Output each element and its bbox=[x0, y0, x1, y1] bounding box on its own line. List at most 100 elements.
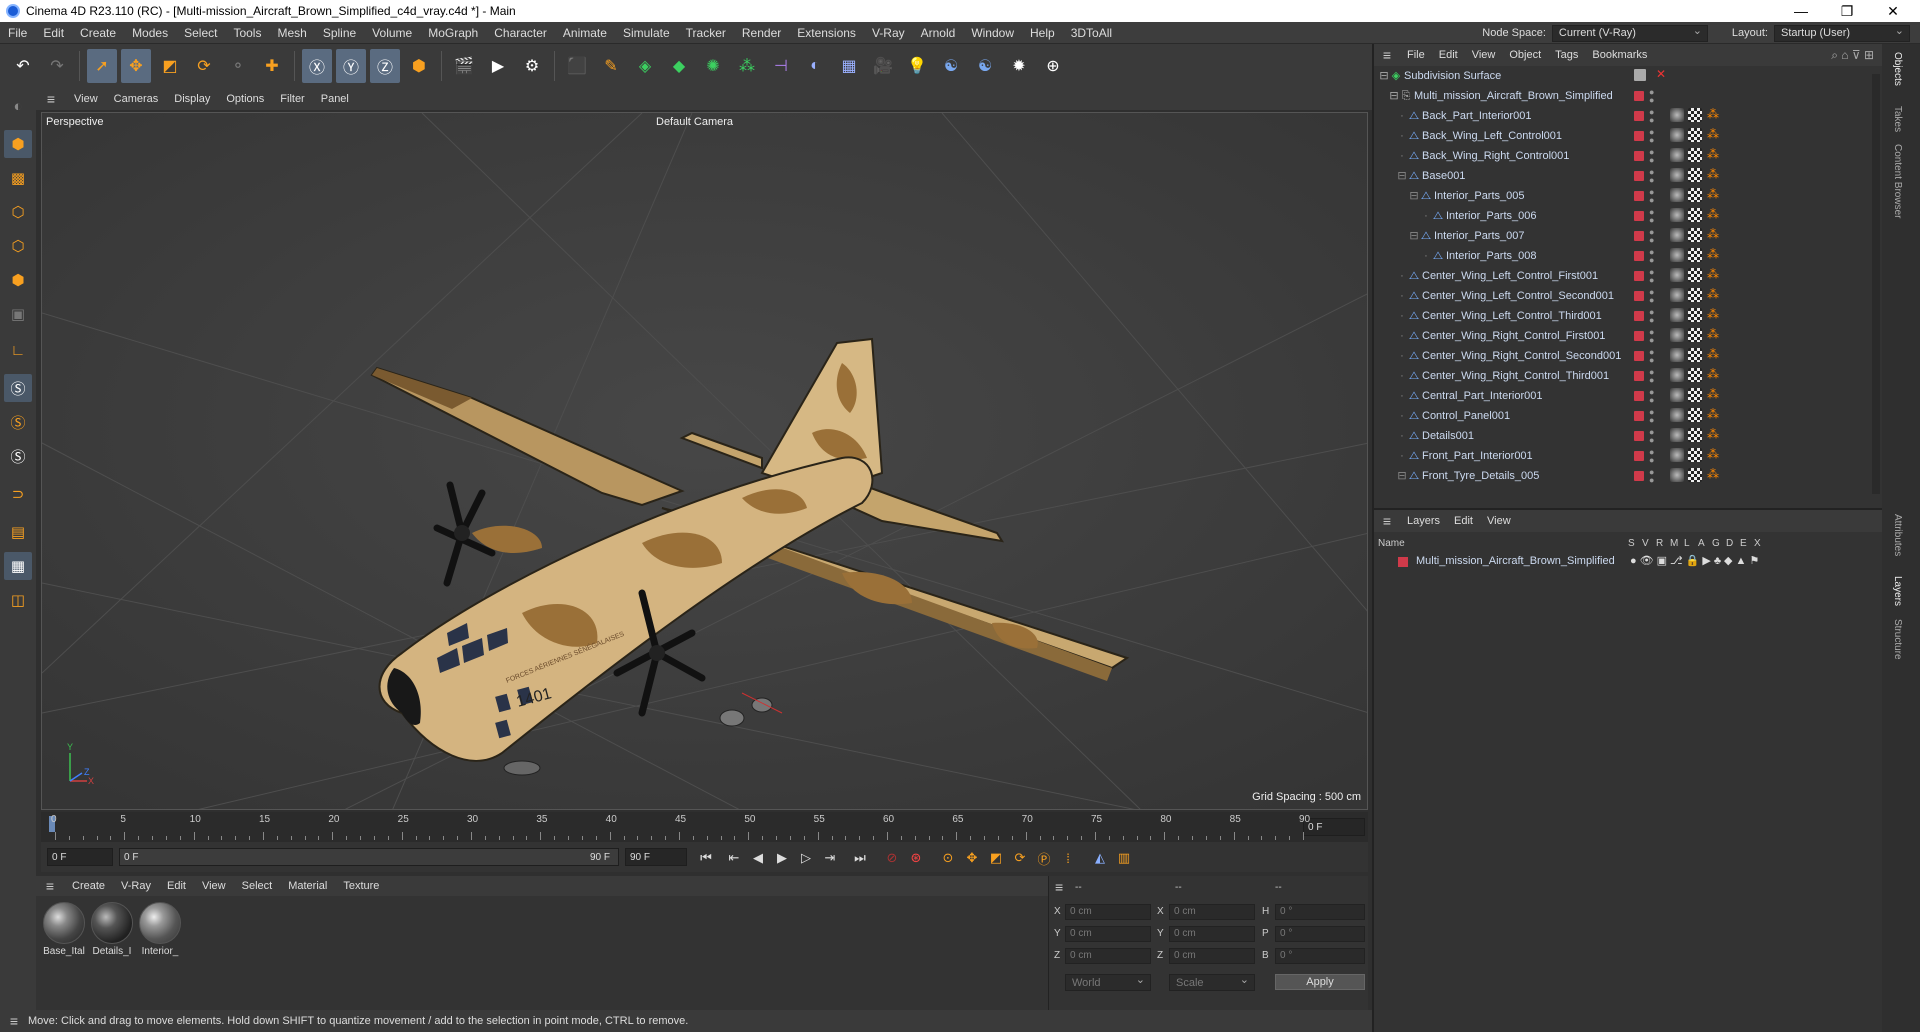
end-frame-field[interactable]: 0 F bbox=[1303, 818, 1365, 836]
phong-tag-icon[interactable]: ⁂ bbox=[1707, 428, 1721, 442]
visibility-dots[interactable]: ● ● bbox=[1649, 388, 1654, 405]
phong-tag-icon[interactable]: ⁂ bbox=[1707, 228, 1721, 242]
phong-tag-icon[interactable]: ⁂ bbox=[1707, 148, 1721, 162]
size-z-field[interactable]: 0 cm bbox=[1169, 948, 1255, 964]
object-row[interactable]: · ⧍ Back_Wing_Left_Control001 ● ● ⁂ bbox=[1374, 126, 1874, 146]
object-menu-view[interactable]: View bbox=[1465, 49, 1503, 61]
viewport-menu-panel[interactable]: Panel bbox=[313, 93, 357, 105]
magnet-icon[interactable]: ⊃ bbox=[4, 480, 32, 508]
material-tag-icon[interactable] bbox=[1670, 428, 1684, 442]
object-menu-bookmarks[interactable]: Bookmarks bbox=[1585, 49, 1654, 61]
checker-texture-tag-icon[interactable] bbox=[1688, 228, 1702, 242]
layer-color-swatch[interactable] bbox=[1634, 291, 1644, 301]
checker-texture-tag-icon[interactable] bbox=[1688, 388, 1702, 402]
visibility-dots[interactable]: ● ● bbox=[1649, 448, 1654, 465]
object-row[interactable]: ⊟ ⧍ Front_Tyre_Details_005 ● ● ⁂ bbox=[1374, 466, 1874, 486]
phong-tag-icon[interactable]: ⁂ bbox=[1707, 108, 1721, 122]
material-tag-icon[interactable] bbox=[1670, 208, 1684, 222]
autokey-icon[interactable]: ⊛ bbox=[905, 848, 927, 868]
layer-col-a[interactable]: A bbox=[1698, 538, 1705, 549]
go-to-start-icon[interactable]: ⏮ bbox=[695, 848, 717, 868]
layer-color-swatch[interactable] bbox=[1634, 351, 1644, 361]
rot-h-field[interactable]: 0 ° bbox=[1275, 904, 1365, 920]
visibility-dots[interactable]: ● ● bbox=[1649, 268, 1654, 285]
phong-tag-icon[interactable]: ⁂ bbox=[1707, 368, 1721, 382]
layer-color-swatch[interactable] bbox=[1634, 91, 1644, 101]
perspective-viewport[interactable]: 1401 FORCES AÉRIENNES SÉNÉGALAISES Y X Z… bbox=[41, 112, 1368, 810]
menu-select[interactable]: Select bbox=[176, 26, 225, 40]
visibility-dots[interactable]: ● ● bbox=[1649, 208, 1654, 225]
checker-texture-tag-icon[interactable] bbox=[1688, 248, 1702, 262]
close-button[interactable]: ✕ bbox=[1870, 0, 1916, 22]
points-mode-icon[interactable]: ⬡ bbox=[4, 198, 32, 226]
menu-file[interactable]: File bbox=[0, 26, 35, 40]
y-axis-lock-icon[interactable]: Ⓨ bbox=[336, 49, 366, 83]
material-tag-icon[interactable] bbox=[1670, 388, 1684, 402]
x-axis-lock-icon[interactable]: Ⓧ bbox=[302, 49, 332, 83]
viewport-menu-view[interactable]: View bbox=[66, 93, 106, 105]
object-row[interactable]: ⊟ ⧍ Interior_Parts_005 ● ● ⁂ bbox=[1374, 186, 1874, 206]
menu-modes[interactable]: Modes bbox=[124, 26, 176, 40]
hamburger-icon[interactable]: ≡ bbox=[36, 91, 66, 107]
undo-icon[interactable]: ↶ bbox=[8, 49, 38, 83]
node-space-select[interactable]: Current (V-Ray) bbox=[1551, 24, 1708, 42]
visibility-dots[interactable]: ● ● bbox=[1649, 468, 1654, 485]
menu-extensions[interactable]: Extensions bbox=[789, 26, 864, 40]
expand-toggle-icon[interactable]: · bbox=[1396, 290, 1408, 302]
delete-x-icon[interactable]: ✕ bbox=[1656, 67, 1666, 81]
layer-col-s[interactable]: S bbox=[1628, 538, 1635, 549]
expand-toggle-icon[interactable]: · bbox=[1396, 410, 1408, 422]
layer-menu-view[interactable]: View bbox=[1480, 515, 1518, 527]
floor-icon[interactable]: ▦ bbox=[834, 49, 864, 83]
layer-color-swatch[interactable] bbox=[1634, 311, 1644, 321]
material-tag-icon[interactable] bbox=[1670, 308, 1684, 322]
tab-structure[interactable]: Structure bbox=[1892, 619, 1903, 660]
key-position-icon[interactable]: ✥ bbox=[961, 848, 983, 868]
material-menu-view[interactable]: View bbox=[194, 880, 234, 892]
layer-col-g[interactable]: G bbox=[1712, 538, 1720, 549]
z-axis-lock-icon[interactable]: Ⓩ bbox=[370, 49, 400, 83]
checker-texture-tag-icon[interactable] bbox=[1688, 348, 1702, 362]
menu-edit[interactable]: Edit bbox=[35, 26, 72, 40]
redo-icon[interactable]: ↷ bbox=[42, 49, 72, 83]
start-frame-field[interactable]: 0 F bbox=[47, 848, 113, 866]
hamburger-icon[interactable]: ≡ bbox=[36, 878, 64, 894]
expand-toggle-icon[interactable]: · bbox=[1396, 130, 1408, 142]
menu-create[interactable]: Create bbox=[72, 26, 124, 40]
menu-3dtoall[interactable]: 3DToAll bbox=[1063, 26, 1120, 40]
subdivision-surface-icon[interactable]: ◈ bbox=[630, 49, 660, 83]
object-row[interactable]: · ⧍ Center_Wing_Right_Control_Third001 ● ● ⁂ bbox=[1374, 366, 1874, 386]
object-row[interactable]: · ⧍ Center_Wing_Left_Control_First001 ● ● ⁂ bbox=[1374, 266, 1874, 286]
object-row[interactable]: · ⧍ Details001 ● ● ⁂ bbox=[1374, 426, 1874, 446]
material-tag-icon[interactable] bbox=[1670, 228, 1684, 242]
scale-tool-icon[interactable]: ◩ bbox=[155, 49, 185, 83]
menu-spline[interactable]: Spline bbox=[315, 26, 364, 40]
material-menu-vray[interactable]: V-Ray bbox=[113, 880, 159, 892]
material-tag-icon[interactable] bbox=[1670, 408, 1684, 422]
checker-texture-tag-icon[interactable] bbox=[1688, 108, 1702, 122]
visibility-dots[interactable]: ● ● bbox=[1649, 428, 1654, 445]
layer-color-swatch[interactable] bbox=[1634, 431, 1644, 441]
cube-primitive-icon[interactable]: ⬛ bbox=[562, 49, 592, 83]
object-row[interactable]: · ⧍ Interior_Parts_006 ● ● ⁂ bbox=[1374, 206, 1874, 226]
pos-z-field[interactable]: 0 cm bbox=[1065, 948, 1151, 964]
phong-tag-icon[interactable]: ⁂ bbox=[1707, 288, 1721, 302]
checker-texture-tag-icon[interactable] bbox=[1688, 468, 1702, 482]
checker-texture-tag-icon[interactable] bbox=[1688, 168, 1702, 182]
checker-texture-tag-icon[interactable] bbox=[1688, 288, 1702, 302]
hamburger-icon[interactable]: ≡ bbox=[1374, 47, 1400, 63]
motion-clip-icon[interactable]: ◭ bbox=[1089, 848, 1111, 868]
expand-toggle-icon[interactable]: · bbox=[1420, 210, 1432, 222]
layer-color-swatch[interactable] bbox=[1634, 451, 1644, 461]
object-menu-file[interactable]: File bbox=[1400, 49, 1432, 61]
object-row[interactable]: · ⧍ Back_Part_Interior001 ● ● ⁂ bbox=[1374, 106, 1874, 126]
menu-animate[interactable]: Animate bbox=[555, 26, 615, 40]
tab-content-browser[interactable]: Content Browser bbox=[1892, 144, 1903, 218]
expand-toggle-icon[interactable]: ⊟ bbox=[1396, 170, 1408, 182]
snap-icon[interactable]: Ⓢ bbox=[4, 374, 32, 402]
expand-toggle-icon[interactable]: · bbox=[1396, 270, 1408, 282]
material-tag-icon[interactable] bbox=[1670, 468, 1684, 482]
checker-texture-tag-icon[interactable] bbox=[1688, 148, 1702, 162]
size-y-field[interactable]: 0 cm bbox=[1169, 926, 1255, 942]
pos-y-field[interactable]: 0 cm bbox=[1065, 926, 1151, 942]
